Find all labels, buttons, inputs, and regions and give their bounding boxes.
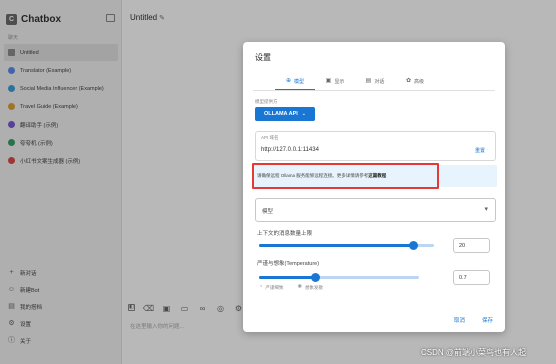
temperature-presets: ◔ 严谨细致 ✺ 想象发散 [259, 285, 323, 291]
tab-advanced[interactable]: ✿ 高级 [395, 73, 435, 89]
temperature-slider[interactable] [259, 273, 419, 282]
tabs-divider [253, 90, 495, 91]
cancel-button[interactable]: 取消 [454, 316, 465, 324]
temperature-label: 严谨与想象(Temperature) [257, 261, 320, 267]
save-button[interactable]: 保存 [482, 316, 493, 324]
context-limit-slider[interactable] [259, 241, 434, 250]
api-host-reset-button[interactable]: 重置 [475, 147, 485, 154]
slider-thumb[interactable] [310, 273, 320, 282]
slider-thumb[interactable] [408, 241, 418, 250]
display-icon: ▣ [325, 78, 332, 84]
slider-fill [259, 276, 315, 279]
ai-provider-label: 模型提供方 [255, 99, 278, 104]
tab-label: 对话 [374, 78, 385, 85]
chevron-down-icon: ⌄ [301, 111, 306, 117]
model-icon: ⊕ [285, 78, 291, 84]
settings-tabs: ⊕ 模型 ▣ 显示 ▤ 对话 ✿ 高级 [275, 73, 435, 90]
dialog-title: 设置 [255, 53, 271, 62]
api-host-label: API 域名 [261, 135, 279, 140]
temperature-input[interactable]: 0.7 [453, 270, 490, 285]
model-label: 模型 [262, 209, 274, 215]
chat-icon: ▤ [365, 78, 372, 84]
tab-chat[interactable]: ▤ 对话 [355, 73, 395, 89]
creative-icon: ✺ [297, 284, 302, 291]
tab-display[interactable]: ▣ 显示 [315, 73, 355, 89]
tab-model[interactable]: ⊕ 模型 [275, 73, 315, 90]
tab-label: 模型 [294, 78, 305, 85]
api-host-value[interactable]: http://127.0.0.1:11434 [261, 147, 319, 153]
model-select[interactable]: 模型 ▾ [255, 198, 496, 222]
notice-highlight-box [252, 163, 439, 189]
advanced-icon: ✿ [405, 78, 411, 84]
preset-precise[interactable]: ◔ 严谨细致 [259, 285, 283, 291]
precise-icon: ◔ [259, 284, 263, 291]
preset-creative[interactable]: ✺ 想象发散 [297, 285, 323, 291]
tab-label: 高级 [414, 78, 425, 85]
context-limit-input[interactable]: 20 [453, 238, 490, 253]
ai-provider-select[interactable]: OLLAMA API ⌄ [255, 107, 315, 121]
tab-label: 显示 [334, 78, 345, 85]
api-host-field[interactable]: API 域名 http://127.0.0.1:11434 重置 [255, 131, 496, 161]
watermark: CSDN @前端小菜鸟也有人起 [421, 348, 527, 357]
ai-provider-value: OLLAMA API [263, 111, 298, 117]
settings-dialog: 设置 ⊕ 模型 ▣ 显示 ▤ 对话 ✿ 高级 模型提供方 OLLAMA API ⌄ API 域… [243, 42, 505, 332]
dropdown-arrow-icon: ▾ [484, 206, 488, 213]
context-limit-label: 上下文的消息数量上限 [257, 231, 313, 237]
slider-fill [259, 244, 413, 247]
